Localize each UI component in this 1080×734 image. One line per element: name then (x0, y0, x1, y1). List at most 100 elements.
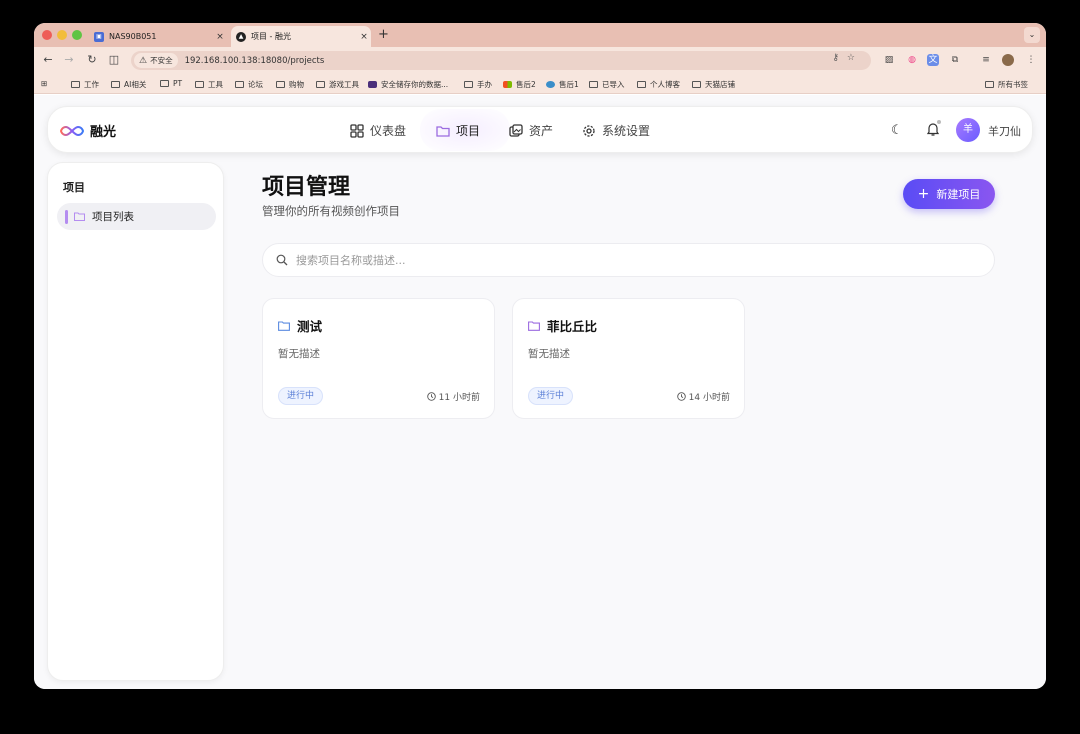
nav-label: 仪表盘 (370, 124, 407, 138)
tab-close-icon[interactable]: × (357, 32, 371, 42)
sidebar-item-project-list[interactable]: 项目列表 (57, 203, 216, 230)
nav-dashboard[interactable]: 仪表盘 (350, 122, 406, 139)
bookmark-folder[interactable]: 工作 (71, 79, 99, 90)
back-icon[interactable]: ← (41, 53, 55, 67)
folder-icon (985, 81, 994, 88)
page-subtitle: 管理你的所有视频创作项目 (262, 204, 400, 218)
bookmark-folder[interactable]: AI相关 (111, 79, 146, 90)
forward-icon[interactable]: → (62, 53, 76, 67)
bookmark-star-icon[interactable]: ☆ (847, 53, 863, 63)
folder-icon (637, 81, 646, 88)
folder-icon (74, 212, 85, 221)
user-name[interactable]: 羊刀仙 (988, 123, 1021, 139)
status-badge: 进行中 (278, 387, 324, 405)
reload-icon[interactable]: ↻ (85, 53, 99, 67)
bookmark-link[interactable]: 安全储存你的数据... (368, 79, 448, 90)
bookmark-folder[interactable]: 已导入 (589, 79, 625, 90)
top-navigation: 融光 仪表盘 项目 资产 系统设置 ☾ 羊 羊刀仙 (47, 106, 1033, 153)
close-window-button[interactable] (42, 30, 52, 40)
nav-settings[interactable]: 系统设置 (582, 122, 650, 139)
address-bar[interactable]: ⚠ 不安全 192.168.100.138:18080/projects ⚷☆ (131, 51, 871, 70)
notification-dot (937, 120, 941, 124)
bookmark-folder[interactable]: 个人博客 (637, 79, 680, 90)
project-card[interactable]: 菲比丘比 暂无描述 进行中 14 小时前 (512, 298, 745, 419)
folder-icon (71, 81, 80, 88)
bookmark-folder[interactable]: 游戏工具 (316, 79, 359, 90)
reading-list-icon[interactable]: ≡ (980, 54, 992, 66)
brand-logo[interactable]: 融光 (60, 121, 116, 140)
search-input[interactable] (296, 253, 896, 267)
password-key-icon[interactable]: ⚷ (832, 53, 847, 63)
folder-icon (589, 81, 598, 88)
tab-title: NAS90B051 (109, 32, 157, 41)
site-favicon-icon (546, 81, 555, 88)
nav-label: 项目 (456, 124, 481, 138)
folder-icon (692, 81, 701, 88)
translate-extension-icon[interactable]: 文 (927, 54, 939, 66)
bookmark-link[interactable]: 售后2 (503, 79, 536, 90)
app-favicon-icon: ▲ (236, 31, 246, 42)
minimize-window-button[interactable] (57, 30, 67, 40)
bookmark-folder[interactable]: 手办 (464, 79, 492, 90)
sidebar-item-label: 项目列表 (92, 211, 134, 223)
microsoft-favicon-icon (503, 81, 512, 88)
project-card[interactable]: 测试 暂无描述 进行中 11 小时前 (262, 298, 495, 419)
extension-icon[interactable]: ◍ (906, 54, 918, 66)
clock-icon (676, 392, 686, 401)
plus-icon: + (917, 186, 930, 202)
user-avatar[interactable]: 羊 (956, 118, 980, 142)
page-title: 项目管理 (262, 175, 351, 200)
all-bookmarks[interactable]: 所有书签 (985, 79, 1028, 90)
maximize-window-button[interactable] (72, 30, 82, 40)
new-project-label: 新建项目 (936, 188, 981, 201)
nav-label: 资产 (529, 124, 554, 138)
infinity-logo-icon (60, 125, 84, 136)
browser-tab[interactable]: ▣ NAS90B051 × (89, 26, 227, 47)
updated-time: 11 小时前 (438, 393, 480, 403)
bookmark-folder[interactable]: 工具 (195, 79, 223, 90)
project-description: 暂无描述 (528, 348, 570, 360)
nav-assets[interactable]: 资产 (509, 122, 553, 139)
project-description: 暂无描述 (278, 348, 320, 360)
bookmark-folder[interactable]: 购物 (276, 79, 304, 90)
nav-projects[interactable]: 项目 (436, 122, 480, 139)
folder-icon (235, 81, 244, 88)
extensions-puzzle-icon[interactable]: ⧉ (949, 54, 961, 66)
search-bar[interactable] (262, 243, 995, 277)
bookmark-link[interactable]: 售后1 (546, 79, 579, 90)
dashboard-icon (350, 123, 364, 138)
bookmark-folder[interactable]: 论坛 (235, 79, 263, 90)
project-name: 菲比丘比 (547, 319, 598, 334)
apps-grid-icon[interactable]: ⊞ (41, 79, 47, 88)
folder-icon (160, 80, 169, 87)
site-favicon-icon (368, 81, 377, 88)
url-text: 192.168.100.138:18080/projects (184, 55, 325, 66)
folder-icon (111, 81, 120, 88)
nas-favicon-icon: ▣ (94, 31, 104, 42)
project-name: 测试 (297, 319, 323, 334)
new-project-button[interactable]: + 新建项目 (903, 179, 995, 209)
tab-title: 项目 - 融光 (251, 32, 291, 41)
folder-icon (464, 81, 473, 88)
clock-icon (426, 392, 436, 401)
sidebar-toggle-icon[interactable]: ◫ (107, 53, 121, 67)
bookmark-folder[interactable]: PT (160, 79, 182, 88)
folder-icon (436, 125, 450, 137)
more-menu-icon[interactable]: ⋮ (1025, 54, 1037, 66)
profile-avatar[interactable] (1002, 54, 1014, 66)
active-indicator (65, 209, 68, 224)
sidebar: 项目 项目列表 (47, 162, 224, 681)
tab-search-icon[interactable]: ⌄ (1024, 27, 1040, 43)
browser-tab-active[interactable]: ▲ 项目 - 融光 × (231, 26, 371, 47)
theme-toggle-moon-icon[interactable]: ☾ (891, 123, 903, 138)
brand-name: 融光 (90, 125, 117, 140)
tab-close-icon[interactable]: × (213, 32, 227, 42)
bookmark-folder[interactable]: 天猫店铺 (692, 79, 735, 90)
nav-label: 系统设置 (602, 124, 651, 138)
warning-icon: ⚠ (139, 55, 148, 66)
new-tab-button[interactable]: + (378, 27, 389, 43)
extension-icon[interactable]: ▨ (883, 54, 895, 66)
status-badge: 进行中 (528, 387, 574, 405)
search-icon (276, 254, 288, 266)
security-indicator[interactable]: ⚠ 不安全 (134, 53, 178, 68)
